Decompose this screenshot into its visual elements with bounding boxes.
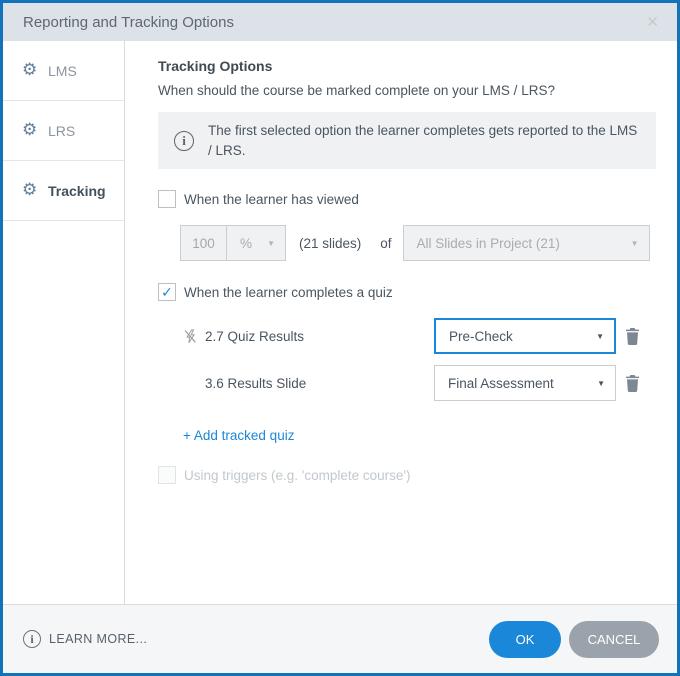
info-banner-text: The first selected option the learner co… — [208, 122, 638, 158]
percent-unit-value: % — [240, 235, 253, 251]
quiz-checkbox-label: When the learner completes a quiz — [184, 284, 393, 300]
learn-more-label: LEARN MORE... — [49, 632, 148, 646]
gear-icon: ⚙ — [22, 60, 38, 80]
tracking-panel: Tracking Options When should the course … — [125, 41, 677, 604]
checkmark-icon: ✓ — [161, 284, 173, 300]
triggers-checkbox-label: Using triggers (e.g. 'complete course') — [184, 467, 411, 483]
percent-unit-select[interactable]: % ▼ — [226, 225, 286, 261]
ok-button[interactable]: OK — [489, 620, 561, 658]
of-label: of — [380, 235, 392, 251]
viewed-controls: % ▼ (21 slides) of All Slides in Project… — [180, 225, 677, 261]
no-trigger-icon — [183, 328, 205, 344]
gear-icon: ⚙ — [22, 120, 38, 140]
close-icon[interactable]: ✕ — [646, 15, 659, 30]
learn-more-link[interactable]: i LEARN MORE... — [23, 630, 481, 648]
quiz-select-value: Final Assessment — [448, 375, 554, 391]
chevron-down-icon: ▼ — [596, 331, 604, 341]
delete-quiz-button[interactable] — [625, 327, 640, 345]
chevron-down-icon: ▼ — [597, 378, 605, 388]
quiz-option-row: ✓ When the learner completes a quiz — [158, 283, 677, 301]
info-banner: i The first selected option the learner … — [158, 112, 656, 169]
reporting-tracking-dialog: Reporting and Tracking Options ✕ ⚙ LMS ⚙… — [0, 0, 680, 676]
quiz-slide-label: 2.7 Quiz Results — [205, 328, 305, 344]
footer: i LEARN MORE... OK CANCEL — [3, 604, 677, 673]
panel-title: Tracking Options — [158, 58, 273, 74]
sidebar-item-lms[interactable]: ⚙ LMS — [3, 41, 124, 101]
triggers-option-row: Using triggers (e.g. 'complete course') — [158, 466, 677, 484]
cancel-button[interactable]: CANCEL — [569, 620, 659, 658]
sidebar-item-tracking[interactable]: ⚙ Tracking — [3, 161, 124, 221]
sidebar-item-lrs[interactable]: ⚙ LRS — [3, 101, 124, 161]
chevron-down-icon: ▼ — [267, 238, 275, 248]
quiz-checkbox[interactable]: ✓ — [158, 283, 176, 301]
sidebar-item-label: LMS — [48, 62, 77, 79]
chevron-down-icon: ▼ — [630, 238, 639, 248]
sidebar: ⚙ LMS ⚙ LRS ⚙ Tracking — [3, 41, 125, 604]
dialog-body: ⚙ LMS ⚙ LRS ⚙ Tracking Tracking Options … — [3, 41, 677, 604]
add-tracked-quiz-link[interactable]: + Add tracked quiz — [183, 428, 294, 443]
quiz-select[interactable]: Final Assessment ▼ — [434, 365, 616, 401]
gear-icon: ⚙ — [22, 180, 38, 200]
tracked-quiz-list: 2.7 Quiz Results Pre-Check ▼ 3.6 Results… — [183, 318, 640, 401]
slides-scope-value: All Slides in Project (21) — [416, 235, 560, 251]
quiz-select-value: Pre-Check — [449, 328, 513, 344]
percent-input[interactable] — [180, 225, 227, 261]
viewed-checkbox-label: When the learner has viewed — [184, 191, 359, 207]
info-icon: i — [174, 130, 194, 151]
tracked-quiz-row: 2.7 Quiz Results Pre-Check ▼ — [183, 318, 640, 354]
viewed-checkbox[interactable] — [158, 190, 176, 208]
triggers-checkbox[interactable] — [158, 466, 176, 484]
titlebar: Reporting and Tracking Options ✕ — [3, 3, 677, 41]
sidebar-item-label: Tracking — [48, 182, 106, 199]
slides-scope-select[interactable]: All Slides in Project (21) ▼ — [402, 225, 650, 261]
quiz-slide-label: 3.6 Results Slide — [205, 375, 307, 391]
dialog-title: Reporting and Tracking Options — [23, 13, 234, 31]
info-icon: i — [23, 630, 41, 648]
quiz-select[interactable]: Pre-Check ▼ — [434, 318, 616, 354]
viewed-option-row: When the learner has viewed — [158, 190, 677, 208]
slides-count-note: (21 slides) — [299, 235, 362, 251]
sidebar-item-label: LRS — [48, 122, 76, 139]
delete-quiz-button[interactable] — [625, 374, 640, 392]
tracked-quiz-row: 3.6 Results Slide Final Assessment ▼ — [183, 365, 640, 401]
panel-question: When should the course be marked complet… — [158, 83, 555, 98]
